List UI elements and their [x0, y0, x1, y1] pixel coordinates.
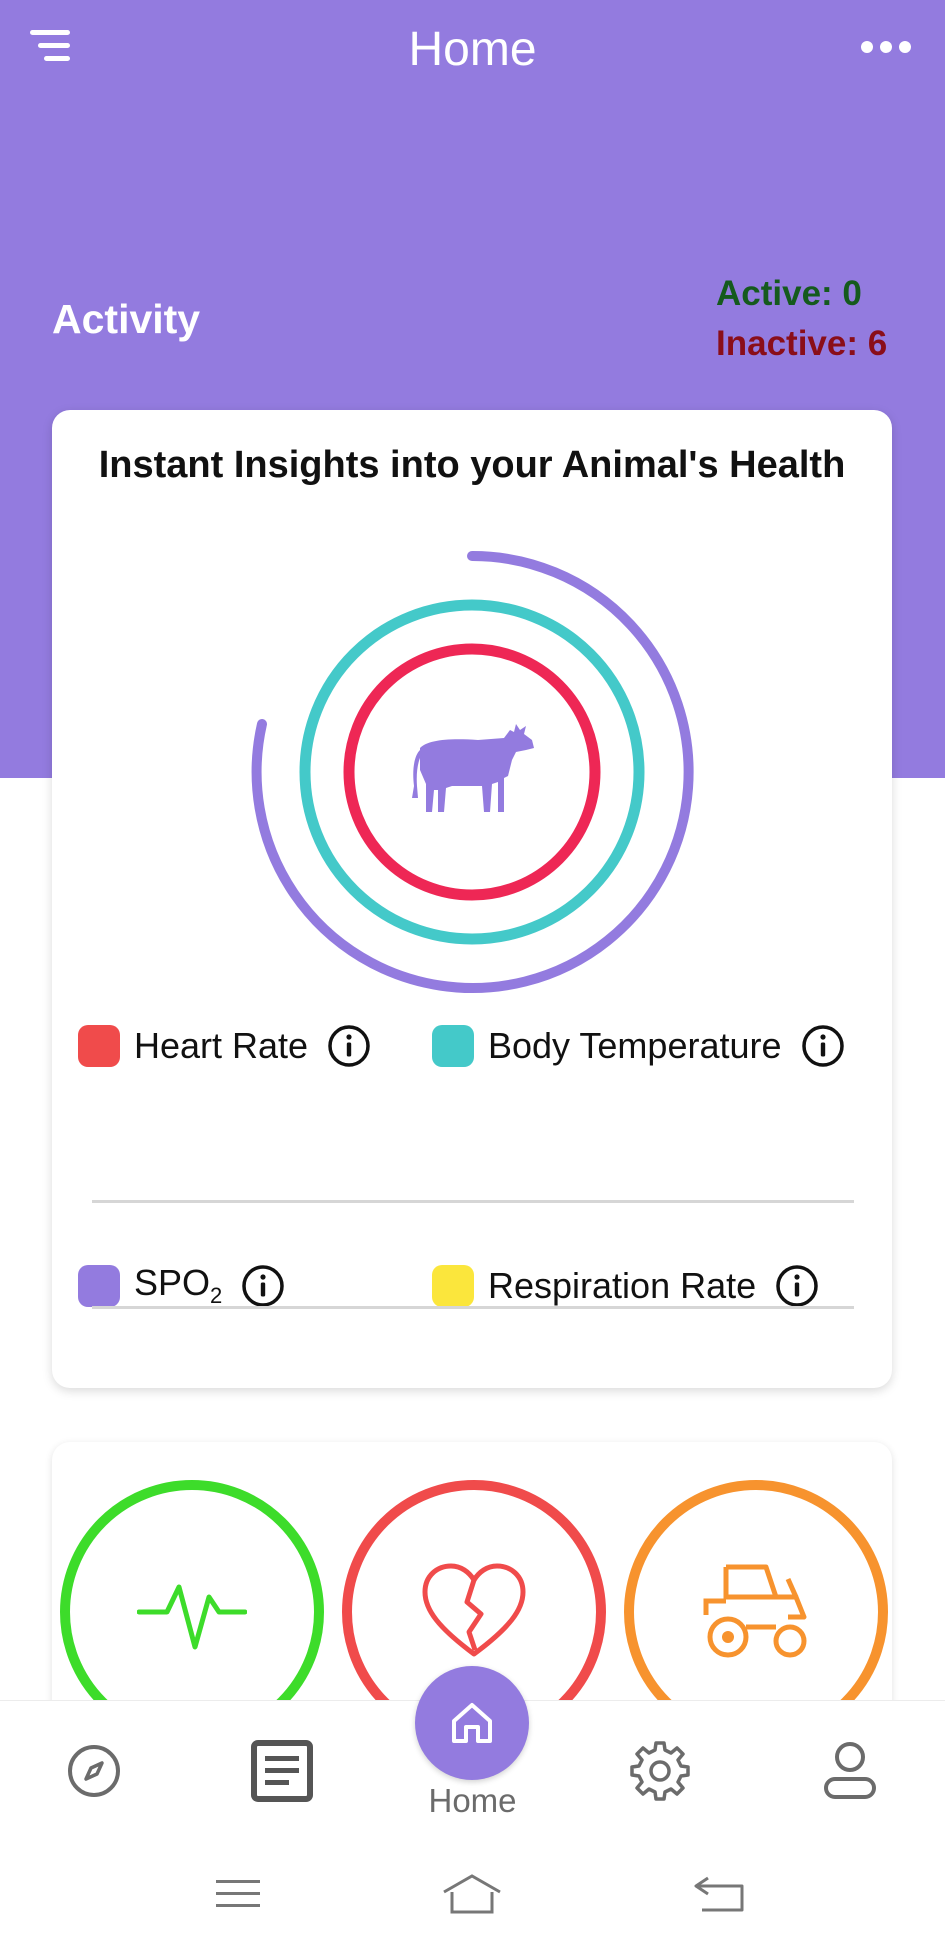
legend-label: SPO2 [134, 1262, 222, 1309]
back-icon[interactable] [690, 1872, 754, 1916]
system-home-icon[interactable] [440, 1872, 504, 1916]
insights-card: Instant Insights into your Animal's Heal… [52, 410, 892, 1388]
recent-apps-icon[interactable] [206, 1872, 270, 1916]
legend-label: Respiration Rate [488, 1265, 757, 1306]
info-icon[interactable] [240, 1263, 286, 1309]
page-title: Home [408, 23, 537, 76]
home-icon [452, 1703, 492, 1743]
health-rings [251, 550, 694, 993]
spo-label: SPO [134, 1262, 211, 1304]
heartbeat-pulse-icon [137, 1584, 247, 1650]
nav-home-label[interactable]: Home [0, 1782, 945, 1820]
info-icon[interactable] [326, 1023, 372, 1069]
info-icon[interactable] [800, 1023, 846, 1069]
legend-divider [92, 1306, 854, 1309]
broken-heart-icon [422, 1563, 526, 1657]
respiration-rate-swatch [432, 1265, 474, 1307]
legend-label: Body Temperature [488, 1025, 782, 1066]
nav-home-button[interactable] [415, 1666, 529, 1780]
legend-heart-rate: Heart Rate [78, 1016, 372, 1076]
activity-heading: Activity [52, 296, 201, 342]
home-screen: Home Activity Active: 0 Inactive: 6 Inst… [0, 0, 945, 1950]
insights-title: Instant Insights into your Animal's Heal… [98, 444, 846, 486]
tractor-icon [703, 1564, 807, 1658]
spo-subscript: 2 [210, 1283, 223, 1309]
cow-icon [412, 724, 534, 812]
legend-label: Heart Rate [134, 1025, 309, 1066]
body-temperature-swatch [432, 1025, 474, 1067]
legend-divider [92, 1200, 854, 1203]
heart-rate-swatch [78, 1025, 120, 1067]
system-nav-bar [0, 1830, 945, 1950]
spo2-swatch [78, 1265, 120, 1307]
info-icon[interactable] [774, 1263, 820, 1309]
active-count: Active: 0 [716, 274, 862, 313]
legend-body-temperature: Body Temperature [432, 1016, 846, 1076]
more-dots-icon[interactable] [858, 34, 914, 60]
inactive-count: Inactive: 6 [716, 324, 888, 363]
